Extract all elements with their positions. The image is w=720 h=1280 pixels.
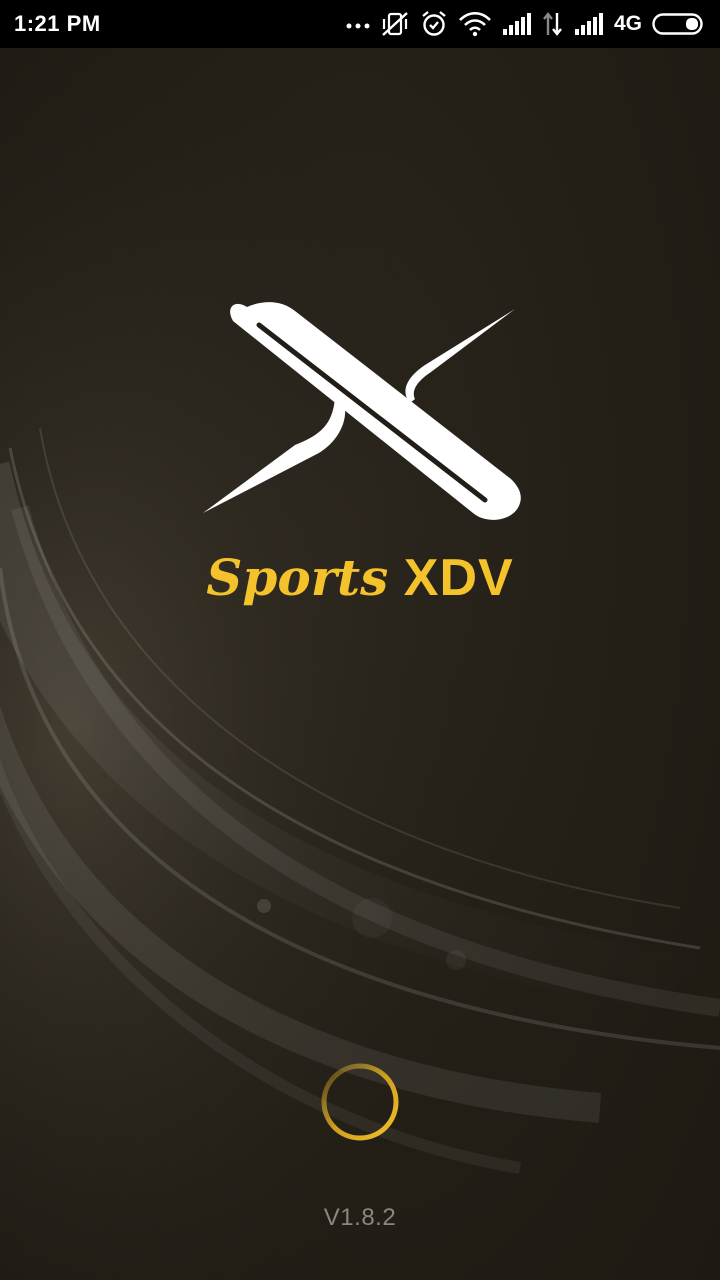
brand-suffix: XDV bbox=[403, 549, 514, 607]
loading-spinner-icon bbox=[321, 1063, 399, 1141]
brand-name: Sports XDV bbox=[0, 548, 720, 608]
app-version: V1.8.2 bbox=[323, 1204, 397, 1231]
more-dots-icon bbox=[346, 0, 370, 48]
network-type-label: 4G bbox=[613, 12, 642, 35]
brand-prefix: Sports bbox=[206, 548, 389, 607]
status-time: 1:21 PM bbox=[14, 11, 101, 36]
battery-icon bbox=[652, 0, 706, 48]
status-bar: 1:21 PM 4G bbox=[0, 0, 720, 48]
vibrate-off-icon bbox=[380, 0, 410, 48]
x-logo-icon bbox=[203, 302, 521, 520]
splash-screen: 1:21 PM 4G Sports XDV V1.8.2 bbox=[0, 0, 720, 1280]
alarm-icon bbox=[420, 0, 448, 48]
signal-icon bbox=[502, 0, 532, 48]
signal-icon-2 bbox=[574, 0, 604, 48]
status-icons: 4G bbox=[346, 0, 706, 48]
data-transfer-icon bbox=[542, 0, 564, 48]
wifi-icon bbox=[458, 0, 492, 48]
